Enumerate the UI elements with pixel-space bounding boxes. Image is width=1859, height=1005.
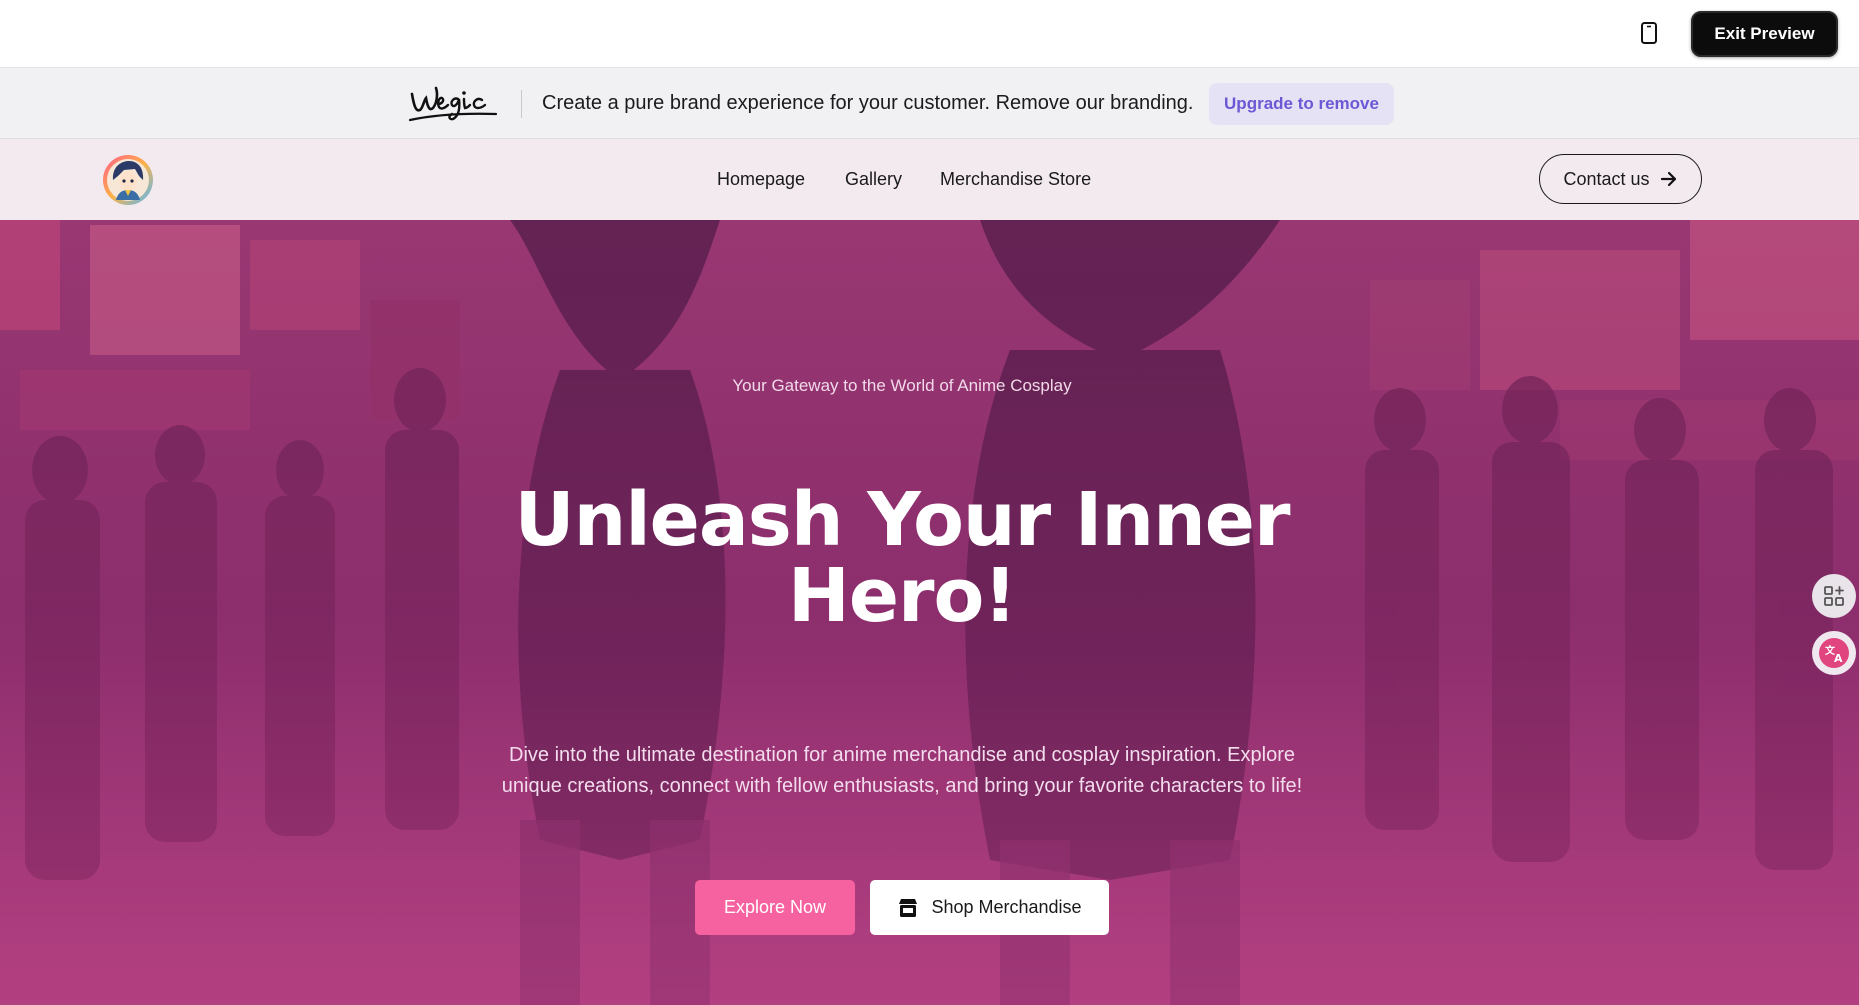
shop-merchandise-label: Shop Merchandise: [931, 897, 1082, 917]
nav-merchandise-store[interactable]: Merchandise Store: [940, 169, 1091, 190]
nav-homepage[interactable]: Homepage: [717, 169, 805, 190]
shop-merchandise-button[interactable]: Shop Merchandise: [870, 880, 1109, 935]
add-widget-icon[interactable]: [1812, 574, 1856, 618]
hero-title: Unleash Your Inner Hero!: [0, 482, 1804, 634]
preview-bar: Exit Preview: [0, 0, 1859, 67]
svg-text:A: A: [1834, 652, 1843, 665]
hero-title-line-1: Unleash Your Inner: [514, 477, 1291, 563]
hero-description-line-2: unique creations, connect with fellow en…: [501, 775, 1303, 797]
branding-banner: Create a pure brand experience for your …: [0, 67, 1859, 139]
hero-title-line-2: Hero!: [787, 553, 1017, 639]
branding-message: Create a pure brand experience for your …: [542, 92, 1194, 114]
mobile-device-icon[interactable]: [1636, 20, 1662, 46]
nav-gallery[interactable]: Gallery: [845, 169, 902, 190]
hero-subtitle: Your Gateway to the World of Anime Cospl…: [732, 376, 1072, 395]
divider: [521, 90, 522, 118]
hero-description-line-1: Dive into the ultimate destination for a…: [509, 744, 1295, 766]
hero-description: Dive into the ultimate destination for a…: [452, 740, 1352, 802]
store-icon: [899, 898, 918, 917]
explore-now-button[interactable]: Explore Now: [695, 880, 855, 935]
wegic-logo: [408, 86, 498, 122]
site-logo-avatar[interactable]: [102, 154, 154, 206]
contact-us-button[interactable]: Contact us: [1539, 154, 1702, 204]
arrow-right-icon: [1660, 171, 1676, 187]
exit-preview-button[interactable]: Exit Preview: [1691, 11, 1838, 57]
site-header: Homepage Gallery Merchandise Store Conta…: [0, 139, 1859, 220]
contact-us-label: Contact us: [1563, 168, 1650, 189]
translate-icon[interactable]: 文 A: [1812, 631, 1856, 675]
upgrade-to-remove-button[interactable]: Upgrade to remove: [1209, 83, 1394, 125]
hero-section: Your Gateway to the World of Anime Cospl…: [0, 220, 1859, 1005]
